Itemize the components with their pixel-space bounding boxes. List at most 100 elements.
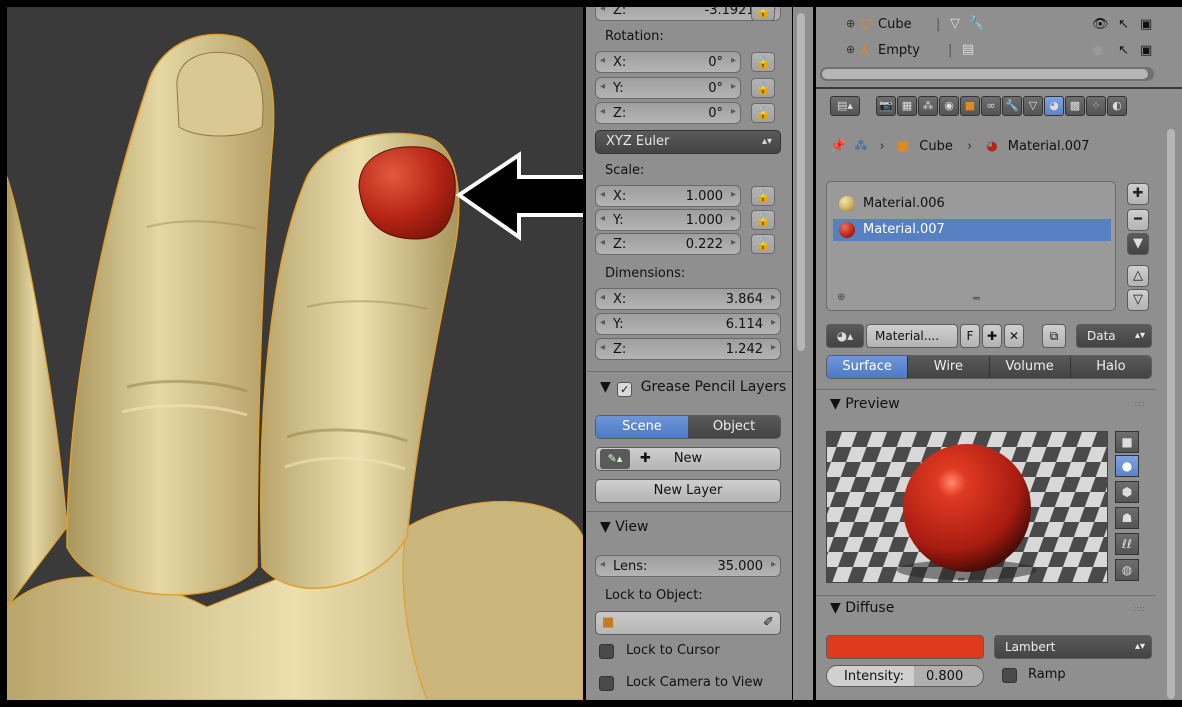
- new-layer-button[interactable]: New Layer: [595, 479, 781, 503]
- resize-handle-icon[interactable]: ═: [973, 292, 980, 305]
- remove-slot-button[interactable]: ━: [1127, 209, 1149, 231]
- eye-icon[interactable]: ●: [1092, 43, 1103, 58]
- diffuse-color-swatch[interactable]: [826, 635, 984, 659]
- preview-monkey-icon[interactable]: ☗: [1115, 507, 1139, 529]
- divider: [586, 371, 792, 372]
- scale-z-field[interactable]: ◂ Z: 0.222 ▸: [595, 233, 741, 255]
- rotation-y-lock-icon[interactable]: 🔓: [751, 78, 775, 98]
- fake-user-button[interactable]: F: [960, 324, 980, 348]
- render-tab-icon[interactable]: 📷: [876, 96, 896, 116]
- disclosure-triangle-icon: ▼: [830, 396, 841, 412]
- panel-scrollbar[interactable]: [793, 7, 813, 700]
- tab-surface[interactable]: Surface: [827, 356, 908, 378]
- diffuse-header[interactable]: ▼ Diffuse: [830, 600, 894, 616]
- tab-volume[interactable]: Volume: [988, 356, 1070, 378]
- object-tab-icon[interactable]: ■: [960, 96, 980, 116]
- intensity-slider[interactable]: Intensity: 0.800: [826, 665, 984, 687]
- divider: [586, 511, 792, 512]
- scale-z-lock-icon[interactable]: 🔓: [751, 234, 775, 254]
- scale-x-field[interactable]: ◂ X: 1.000 ▸: [595, 185, 741, 207]
- outliner-row-empty[interactable]: ⊕ ⅄ Empty | ▤ ● ↖ ▣: [816, 41, 1166, 67]
- view-header[interactable]: ▼ View: [600, 519, 648, 535]
- rotation-x-lock-icon[interactable]: 🔓: [751, 52, 775, 72]
- dimension-x-field[interactable]: ◂ X: 3.864 ▸: [595, 288, 781, 310]
- rotation-x-field[interactable]: ◂ X: 0° ▸: [595, 51, 741, 73]
- new-grease-pencil-button[interactable]: ✎▴ ✚ New: [595, 447, 781, 471]
- slot-specials-button[interactable]: ▼: [1127, 233, 1149, 255]
- tab-wire[interactable]: Wire: [907, 356, 989, 378]
- cursor-icon[interactable]: ↖: [1118, 43, 1129, 58]
- disclosure-triangle-icon: ▼: [600, 519, 611, 535]
- pin-icon[interactable]: 📌: [830, 139, 846, 154]
- physics-tab-icon[interactable]: ◐: [1107, 96, 1127, 116]
- outliner-row-cube[interactable]: ⊕ ▽ Cube | ▽ 🔧 👁 ↖ ▣: [816, 15, 1166, 41]
- dimension-z-field[interactable]: ◂ Z: 1.242 ▸: [595, 338, 781, 360]
- scale-x-lock-icon[interactable]: 🔓: [751, 186, 775, 206]
- preview-flat-icon[interactable]: ■: [1115, 431, 1139, 453]
- diffuse-shader-select[interactable]: Lambert ▴▾: [994, 635, 1152, 659]
- material-name-field[interactable]: Material....: [866, 324, 958, 348]
- grease-pencil-checkbox[interactable]: ✓: [617, 382, 633, 397]
- scale-y-field[interactable]: ◂ Y: 1.000 ▸: [595, 209, 741, 231]
- preview-hair-icon[interactable]: ℓℓ: [1115, 533, 1139, 555]
- lock-to-cursor-checkbox[interactable]: [599, 644, 614, 659]
- wrench-icon: 🔧: [968, 16, 985, 31]
- modifiers-tab-icon[interactable]: 🔧: [1002, 96, 1022, 116]
- eye-icon[interactable]: 👁: [1092, 17, 1109, 32]
- preview-cube-icon[interactable]: ⬢: [1115, 481, 1139, 503]
- material-tab-icon[interactable]: ◕: [1044, 96, 1064, 116]
- unlink-icon[interactable]: ✕: [1004, 324, 1024, 348]
- material-slot[interactable]: Material.006: [833, 193, 1111, 215]
- constraints-tab-icon[interactable]: ∞: [981, 96, 1001, 116]
- rotation-y-field[interactable]: ◂ Y: 0° ▸: [595, 77, 741, 99]
- add-slot-button[interactable]: ✚: [1127, 183, 1149, 205]
- world-tab-icon[interactable]: ◉: [939, 96, 959, 116]
- preview-resize-handle-icon[interactable]: ═: [958, 573, 965, 586]
- lock-camera-checkbox[interactable]: [599, 676, 614, 691]
- scene-tab-icon[interactable]: ⁂: [918, 96, 938, 116]
- render-icon[interactable]: ▣: [1140, 43, 1152, 58]
- data-tab-icon[interactable]: ▽: [1023, 96, 1043, 116]
- texture-tab-icon[interactable]: ▩: [1065, 96, 1085, 116]
- material-browse-button[interactable]: ◕▴: [826, 324, 864, 348]
- lock-object-field[interactable]: ■ ✐: [595, 611, 781, 635]
- outliner-scrollbar[interactable]: [820, 67, 1154, 81]
- plus-icon: ✚: [640, 451, 651, 466]
- preview-header[interactable]: ▼ Preview: [830, 396, 900, 412]
- move-up-button[interactable]: △: [1127, 265, 1149, 287]
- drag-grip-icon[interactable]: ::::: [1134, 604, 1145, 613]
- preview-sphere-icon[interactable]: ●: [1115, 455, 1139, 477]
- vertex-icon: ▽: [950, 16, 960, 31]
- render-layers-tab-icon[interactable]: ▦: [897, 96, 917, 116]
- rotation-label: Rotation:: [605, 29, 664, 44]
- tab-object[interactable]: Object: [688, 416, 780, 438]
- rotation-mode-select[interactable]: XYZ Euler ▴▾: [595, 130, 781, 154]
- properties-scrollbar[interactable]: [1165, 129, 1177, 699]
- lens-field[interactable]: ◂ Lens: 35.000 ▸: [595, 555, 781, 577]
- tab-scene[interactable]: Scene: [596, 416, 688, 438]
- particles-tab-icon[interactable]: ⁘: [1086, 96, 1106, 116]
- rotation-z-lock-icon[interactable]: 🔓: [751, 103, 775, 123]
- copy-icon[interactable]: ⧉: [1042, 324, 1066, 348]
- editor-type-icon[interactable]: ▤▴: [830, 96, 860, 116]
- link-mode-select[interactable]: Data ▴▾: [1076, 324, 1152, 348]
- drag-grip-icon[interactable]: ::::: [1134, 399, 1145, 408]
- material-slot[interactable]: Material.007: [833, 219, 1111, 241]
- rotation-z-field[interactable]: ◂ Z: 0° ▸: [595, 102, 741, 124]
- ramp-checkbox[interactable]: [1002, 668, 1017, 683]
- grease-pencil-header[interactable]: ▼ ✓ Grease Pencil Layers: [600, 379, 786, 397]
- disclosure-triangle-icon: ▼: [830, 600, 841, 616]
- material-ball-icon: [839, 222, 855, 238]
- move-down-button[interactable]: ▽: [1127, 289, 1149, 311]
- preview-sky-icon[interactable]: ◍: [1115, 559, 1139, 581]
- location-z-lock-icon[interactable]: 🔓: [751, 7, 775, 21]
- tab-halo[interactable]: Halo: [1069, 356, 1151, 378]
- render-icon[interactable]: ▣: [1140, 17, 1152, 32]
- 3d-viewport[interactable]: [7, 7, 583, 700]
- cursor-icon[interactable]: ↖: [1118, 17, 1129, 32]
- expand-icon[interactable]: ⊕: [837, 292, 845, 303]
- new-material-icon[interactable]: ✚: [982, 324, 1002, 348]
- dimension-y-field[interactable]: ◂ Y: 6.114 ▸: [595, 313, 781, 335]
- eyedropper-icon[interactable]: ✐: [763, 612, 774, 634]
- scale-y-lock-icon[interactable]: 🔓: [751, 210, 775, 230]
